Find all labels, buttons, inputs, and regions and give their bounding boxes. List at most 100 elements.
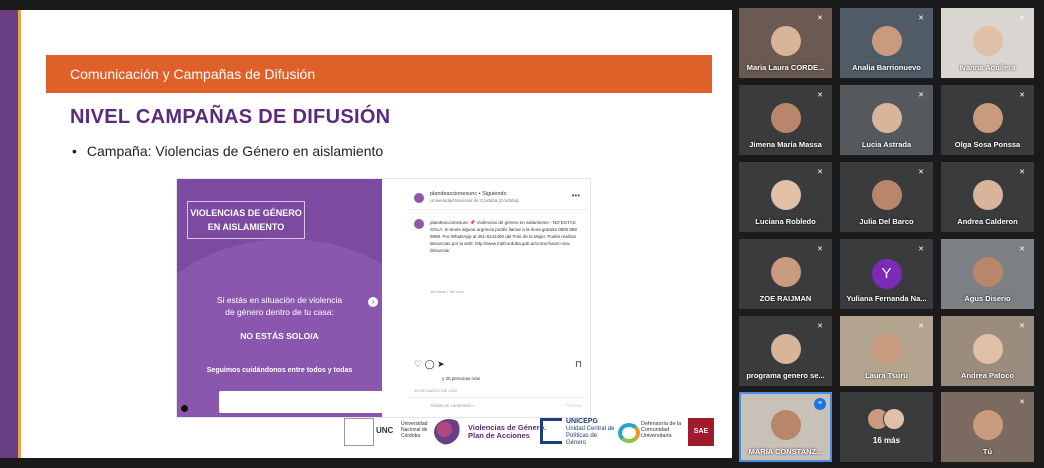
user-tag-icon [181,405,188,412]
participant-avatar [770,334,801,364]
participant-avatar [770,26,801,56]
mic-muted-icon: ✕ [1019,15,1025,22]
participant-avatar [871,103,902,133]
participant-name: Laura Tsuru [865,371,908,380]
caption-time: 18 horas • Ver sem [430,289,464,294]
participant-tile[interactable]: ✕ Andrea Calderon [941,162,1034,232]
mic-muted-icon: ✕ [817,323,823,330]
sae-logo: SAE [688,418,714,446]
participant-tile[interactable]: ✕ Analia Barrionuevo [840,8,933,78]
participant-avatar [871,26,902,56]
post-image: VIOLENCIAS DE GÉNERO EN AISLAMIENTO Si e… [177,179,382,417]
participant-name: Tú [982,447,993,456]
publish-label: Publicar [565,403,582,408]
mic-muted-icon: ✕ [817,15,823,22]
participant-avatar [871,334,902,364]
section-band-label: Comunicación y Campañas de Difusión [70,66,316,82]
participant-tile[interactable]: ✕ Jimena Maria Massa [739,85,832,155]
post-no-estas-sola: NO ESTÁS SOLO/A [240,331,319,341]
participant-avatar [770,180,801,210]
comment-placeholder: Añade un comentario... [430,403,477,408]
post-mid-line-2: de género dentro de tu casa: [225,307,334,317]
participant-tile[interactable]: ✕ Luciana Robledo [739,162,832,232]
ucepg-title: UNICEPG [566,418,598,425]
defensoria-logo-icon [618,423,640,443]
participant-avatar [972,180,1003,210]
participant-tile[interactable]: ✕ Olga Sosa Ponssa [941,85,1034,155]
violencias-genero-logo-icon [434,419,464,445]
defensoria-label: Defensoría de la Comunidad Universitaria [641,421,682,439]
bookmark-icon: ⊓ [574,359,582,369]
slide-bullet: • Campaña: Violencias de Género en aislam… [72,143,383,159]
post-action-icons: ♡ ◯ ➤ [414,359,445,369]
mic-muted-icon: ✕ [918,246,924,253]
participant-tile[interactable]: Y ✕ Yuliana Fernanda Na... [840,239,933,309]
mic-muted-icon: ✕ [817,169,823,176]
bullet-dot: • [72,143,77,159]
participant-tile[interactable]: ✕ Maria Laura CORDE... [739,8,832,78]
participant-tile[interactable]: ✕ ZOE RAIJMAN [739,239,832,309]
mic-muted-icon: ✕ [918,323,924,330]
account-avatar [414,193,424,203]
participant-avatar [871,180,902,210]
post-caption: plandeaccionesunc 📌 Violencias de género… [430,220,577,253]
post-sidebar: plandeaccionesunc • Siguiendo Universida… [382,179,590,417]
participant-name: Yuliana Fernanda Na... [846,294,927,303]
participant-name: Olga Sosa Ponssa [954,140,1021,149]
participant-name: Luciana Robledo [755,217,816,226]
participant-tile[interactable]: ✕ Lucia Astrada [840,85,933,155]
participant-tile[interactable]: ✕ Agus Diserio [941,239,1034,309]
section-band: Comunicación y Campañas de Difusión [46,55,712,93]
participant-name: Agus Diserio [964,294,1011,303]
participant-name: MARIA CONSTANZ... [748,447,823,456]
speaking-indicator-icon: ≡ [814,398,826,410]
post-likes: y 20 personas más [442,376,481,381]
mic-muted-icon: ✕ [918,169,924,176]
participant-tile[interactable]: ✕ Andrea Patoco [941,316,1034,386]
participant-name: ZOE RAIJMAN [759,294,812,303]
participant-avatar [972,103,1003,133]
unc-sub-label: Universidad Nacional de Córdoba [401,421,428,439]
post-divider [408,209,588,210]
participant-tile[interactable]: ✕ Tú [941,392,1034,462]
participant-tile[interactable]: ✕ programa genero se... [739,316,832,386]
unc-label: UNC [376,426,394,435]
participant-tile[interactable]: ✕ Julia Del Barco [840,162,933,232]
ucepg-logo-icon [540,418,562,444]
post-mid-line-1: Si estás en situación de violencia [216,295,343,305]
participant-avatar [972,410,1003,440]
post-seguimos-text: Seguimos cuidándonos entre todos y todas [206,367,353,374]
ucepg-label: UNICEPG Unidad Central de Políticas de G… [566,418,618,447]
violencias-genero-label: Violencias de Género. Plan de Acciones [468,424,546,440]
more-participants-label: 16 más [872,436,901,445]
participant-avatar [770,103,801,133]
participant-avatar [972,257,1003,287]
participant-avatar [972,26,1003,56]
participant-tile[interactable]: ✕≡MARIA CONSTANZ... [739,392,832,462]
slide-title: NIVEL CAMPAÑAS DE DIFUSIÓN [70,106,391,128]
carousel-next-icon: › [368,297,378,307]
slide-left-bar [0,10,18,458]
post-mid-text: Si estás en situación de violencia de gé… [177,294,382,318]
mic-muted-icon: ✕ [918,92,924,99]
footer-logos: UNC Universidad Nacional de Córdoba Viol… [344,415,714,449]
participant-name: Analia Barrionuevo [852,63,921,72]
mic-muted-icon: ✕ [918,15,924,22]
caption-avatar [414,219,424,229]
participant-avatar [770,410,801,440]
participant-tile[interactable]: ✕ Ivanna Aguilera [941,8,1034,78]
participant-name: programa genero se... [746,371,825,380]
participant-tile[interactable]: 16 más [840,392,933,462]
participant-tile[interactable]: ✕ Laura Tsuru [840,316,933,386]
initial-avatar: Y [871,259,902,289]
mic-muted-icon: ✕ [1019,169,1025,176]
participant-name: Maria Laura CORDE... [746,63,825,72]
ucepg-sub: Unidad Central de Políticas de Género [566,426,615,446]
post-logos-strip [219,391,382,413]
slide-left-accent [18,10,21,458]
mic-muted-icon: ✕ [1019,246,1025,253]
vg-line-2: Plan de Acciones [468,431,530,440]
mic-muted-icon: ✕ [817,246,823,253]
participant-name: Andrea Calderon [957,217,1018,226]
presentation-slide: Comunicación y Campañas de Difusión NIVE… [0,10,732,458]
